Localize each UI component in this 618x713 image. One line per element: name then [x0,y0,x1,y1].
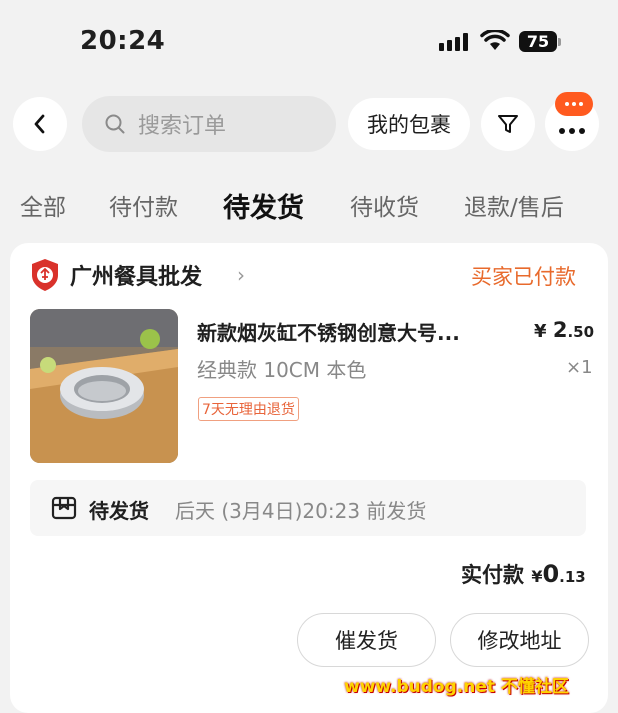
status-time: 20:24 [80,26,166,56]
signal-icon [439,33,468,51]
return-policy-badge: 7天无理由退货 [198,397,299,421]
search-input[interactable]: 搜索订单 [82,96,336,152]
battery-cap [558,38,561,46]
product-image[interactable] [30,309,178,463]
price-integer: 2 [552,318,568,342]
remind-shipping-button[interactable]: 催发货 [297,613,436,667]
wifi-icon [480,30,510,50]
watermark: www.budog.net 不懂社区 [344,677,569,697]
product-price: ¥ 2.50 [534,318,594,342]
change-address-button[interactable]: 修改地址 [450,613,589,667]
paid-decimal: .13 [559,568,586,586]
paid-symbol: ¥ [531,567,543,586]
shop-icon [32,259,58,291]
tab-pending-payment[interactable]: 待付款 [109,188,178,222]
back-button[interactable] [13,97,67,151]
price-decimal: .50 [567,323,595,341]
price-symbol: ¥ [534,321,547,342]
more-dots-icon [559,128,585,134]
product-title[interactable]: 新款烟灰缸不锈钢创意大号... [197,317,460,346]
search-placeholder: 搜索订单 [138,114,227,139]
tab-refund-aftersales[interactable]: 退款/售后 [464,188,564,222]
chevron-right-icon: › [237,263,245,287]
tab-pending-shipment[interactable]: 待发货 [223,186,304,225]
shop-name[interactable]: 广州餐具批发 [70,259,202,291]
package-icon [51,496,77,520]
message-badge [555,92,593,116]
paid-amount: 实付款 ¥0.13 [461,559,586,589]
battery-indicator: 75 [519,31,557,52]
my-parcels-button[interactable]: 我的包裹 [348,98,470,150]
tab-all[interactable]: 全部 [20,188,66,222]
order-status: 买家已付款 [471,265,576,289]
shipping-status: 待发货 [89,499,149,523]
product-variant: 经典款 10CM 本色 [197,358,367,382]
search-icon [105,114,125,134]
shipping-eta: 后天 (3月4日)20:23 前发货 [175,499,427,523]
filter-button[interactable] [481,97,535,151]
filter-icon [498,115,518,133]
paid-integer: 0 [542,560,560,588]
tab-pending-receipt[interactable]: 待收货 [350,188,419,222]
chevron-left-icon [34,114,45,134]
product-quantity: ×1 [566,357,593,378]
paid-label: 实付款 [461,563,524,587]
